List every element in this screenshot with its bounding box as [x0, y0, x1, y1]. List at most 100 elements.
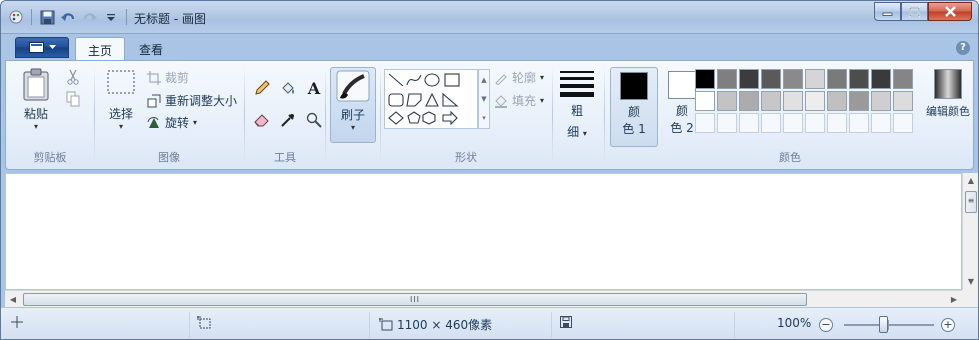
palette-color-cell[interactable] — [805, 91, 825, 111]
drawing-canvas[interactable] — [5, 173, 962, 290]
canvas-dimensions: 1100 × 460像素 — [397, 318, 493, 332]
custom-color-cell[interactable] — [893, 113, 913, 133]
help-icon[interactable]: ? — [956, 41, 970, 55]
palette-color-cell[interactable] — [783, 69, 803, 89]
disk-icon — [560, 316, 572, 328]
status-bar: 1100 × 460像素 100% − + — [1, 307, 978, 339]
undo-icon[interactable] — [60, 9, 77, 26]
scroll-up-icon[interactable]: ▲ — [481, 76, 486, 84]
custom-color-cell[interactable] — [695, 113, 715, 133]
text-icon[interactable]: A — [303, 77, 325, 99]
ribbon-tab-strip: 主页 查看 ? — [1, 34, 978, 60]
scroll-down-icon[interactable]: ▼ — [481, 95, 486, 103]
window-title: 无标题 - 画图 — [134, 12, 206, 26]
rotate-button[interactable]: 旋转 ▾ — [147, 114, 197, 131]
color1-button[interactable]: 颜 色 1 — [610, 67, 658, 147]
customize-qat-icon[interactable] — [102, 9, 119, 26]
palette-color-cell[interactable] — [783, 91, 803, 111]
rotate-icon — [147, 116, 159, 128]
tools-group: A 工具 — [245, 61, 325, 169]
custom-color-cell[interactable] — [739, 113, 759, 133]
palette-color-cell[interactable] — [761, 69, 781, 89]
scroll-up-arrow-icon[interactable]: ▲ — [963, 173, 978, 189]
zoom-out-button[interactable]: − — [819, 318, 833, 332]
title-bar: 无标题 - 画图 — [1, 1, 978, 34]
palette-color-cell[interactable] — [893, 69, 913, 89]
palette-color-cell[interactable] — [761, 91, 781, 111]
quick-access-toolbar — [7, 8, 130, 26]
custom-color-cell[interactable] — [827, 113, 847, 133]
rectangle-shape-icon — [444, 73, 460, 87]
eraser-icon[interactable] — [251, 109, 273, 131]
scroll-right-arrow-icon[interactable]: ▶ — [946, 291, 962, 308]
application-menu-button[interactable] — [15, 37, 69, 58]
edit-colors-button[interactable]: 编辑颜色 — [924, 69, 972, 119]
chevron-down-icon: ▾ — [33, 122, 38, 131]
palette-color-cell[interactable] — [739, 91, 759, 111]
resize-button[interactable]: 重新调整大小 — [147, 92, 237, 109]
custom-color-cell[interactable] — [761, 113, 781, 133]
magnifier-icon[interactable] — [303, 109, 325, 131]
outline-icon — [495, 73, 507, 85]
custom-color-cell[interactable] — [717, 113, 737, 133]
custom-color-cell[interactable] — [783, 113, 803, 133]
minimize-button[interactable] — [874, 2, 901, 21]
vertical-scrollbar[interactable]: ▲ ≡ ▼ — [962, 173, 978, 290]
vertical-scroll-thumb[interactable]: ≡ — [965, 191, 977, 213]
scroll-left-arrow-icon[interactable]: ◀ — [5, 291, 21, 308]
save-icon[interactable] — [39, 9, 56, 26]
palette-color-cell[interactable] — [739, 69, 759, 89]
custom-color-cell[interactable] — [805, 113, 825, 133]
palette-color-cell[interactable] — [695, 69, 715, 89]
palette-color-cell[interactable] — [849, 91, 869, 111]
palette-color-cell[interactable] — [827, 69, 847, 89]
zoom-slider-track[interactable] — [844, 324, 934, 326]
palette-color-cell[interactable] — [849, 69, 869, 89]
brushes-button[interactable]: 刷子 ▾ — [330, 67, 376, 143]
palette-color-cell[interactable] — [695, 91, 715, 111]
custom-color-cell[interactable] — [849, 113, 869, 133]
horizontal-scrollbar[interactable]: ◀ III ▶ — [5, 290, 962, 307]
resize-icon — [147, 94, 161, 107]
color2-swatch — [668, 71, 696, 99]
chevron-down-icon: ▾ — [540, 96, 545, 105]
select-button[interactable]: 选择 ▾ — [101, 69, 141, 131]
color2-label-line2: 色 2 — [670, 121, 694, 135]
shapes-gallery-scroll[interactable]: ▲ ▼ ▾ — [478, 69, 490, 129]
gallery-expand-icon[interactable]: ▾ — [482, 114, 486, 122]
tab-view[interactable]: 查看 — [127, 37, 175, 60]
color-picker-icon[interactable] — [277, 109, 299, 131]
fill-bucket-icon[interactable] — [277, 77, 299, 99]
horizontal-scroll-thumb[interactable]: III — [23, 293, 807, 306]
crop-button[interactable]: 裁剪 — [147, 69, 189, 86]
size-button[interactable]: 粗 细 ▾ — [560, 71, 594, 146]
outline-button[interactable]: 轮廓 ▾ — [494, 69, 544, 86]
pencil-icon[interactable] — [251, 77, 273, 99]
palette-color-cell[interactable] — [805, 69, 825, 89]
paint-app-icon[interactable] — [7, 9, 24, 26]
arrow-shape-icon — [442, 110, 458, 126]
zoom-slider-thumb[interactable] — [879, 316, 888, 333]
palette-color-cell[interactable] — [717, 69, 737, 89]
paste-button[interactable]: 粘贴 ▾ — [18, 67, 54, 131]
redo-icon[interactable] — [81, 9, 98, 26]
fill-button[interactable]: 填充 ▾ — [494, 92, 544, 109]
maximize-button[interactable] — [901, 2, 928, 21]
diamond-shape-icon — [388, 111, 404, 125]
shapes-gallery[interactable] — [384, 69, 478, 129]
custom-color-cell[interactable] — [871, 113, 891, 133]
fill-label: 填充 — [512, 94, 537, 108]
palette-color-cell[interactable] — [871, 91, 891, 111]
palette-color-cell[interactable] — [717, 91, 737, 111]
copy-icon[interactable] — [66, 91, 80, 107]
triangle-shape-icon — [425, 92, 439, 107]
close-button[interactable] — [928, 2, 972, 21]
scroll-down-arrow-icon[interactable]: ▼ — [963, 274, 978, 290]
scrollbar-corner — [962, 290, 978, 307]
palette-color-cell[interactable] — [871, 69, 891, 89]
palette-color-cell[interactable] — [893, 91, 913, 111]
scissors-icon[interactable] — [66, 69, 80, 85]
tab-home[interactable]: 主页 — [75, 37, 126, 60]
palette-color-cell[interactable] — [827, 91, 847, 111]
zoom-in-button[interactable]: + — [941, 318, 955, 332]
